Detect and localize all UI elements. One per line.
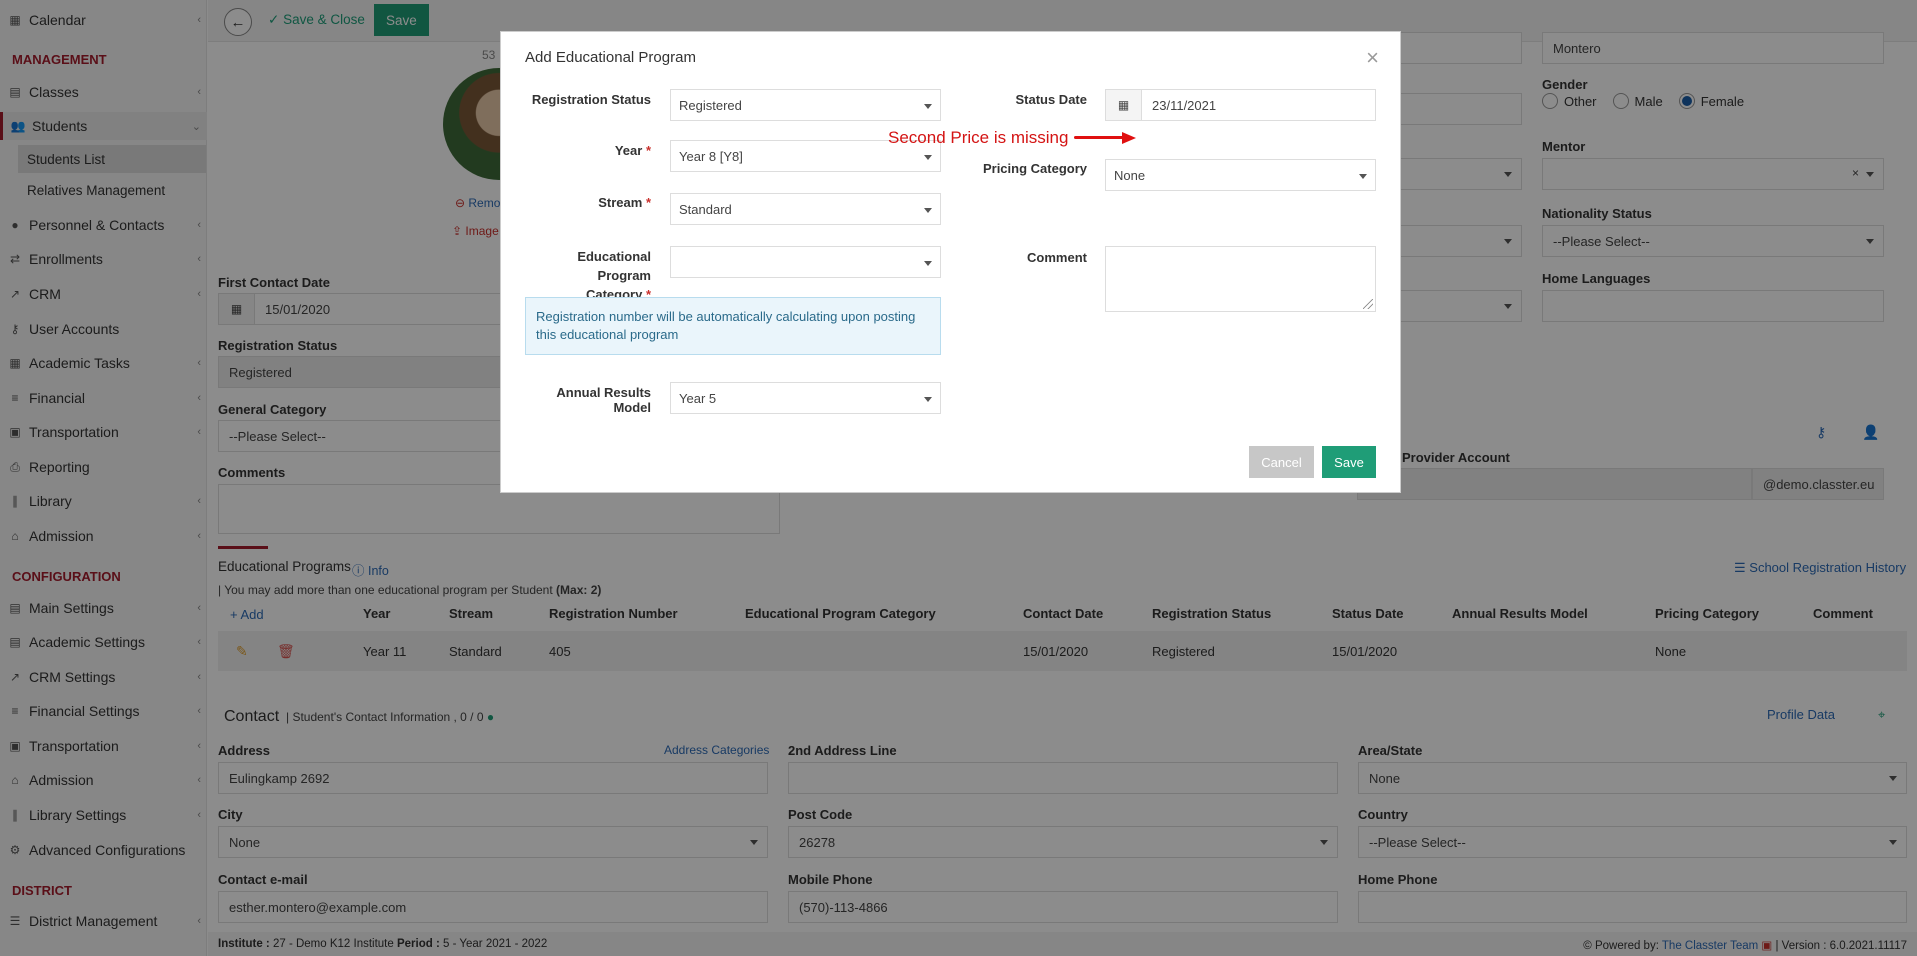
modal-epc-select[interactable] [670, 246, 941, 278]
modal-pricing-label: Pricing Category [982, 161, 1087, 176]
arrow-right-icon [1074, 132, 1137, 144]
chevron-down-icon [924, 208, 932, 213]
chevron-down-icon [924, 155, 932, 160]
modal-reg-status-select[interactable]: Registered [670, 89, 941, 121]
modal-stream-select[interactable]: Standard [670, 193, 941, 225]
modal-arm-select[interactable]: Year 5 [670, 382, 941, 414]
modal-stream-label: Stream * [598, 195, 651, 210]
required-mark: * [645, 195, 651, 210]
modal-comment-textarea[interactable] [1105, 246, 1376, 312]
annotation-text: Second Price is missing [888, 128, 1069, 147]
close-icon[interactable]: × [1366, 47, 1379, 69]
dialog-title: Add Educational Program [525, 49, 696, 66]
modal-comment-label: Comment [1027, 250, 1087, 265]
modal-status-date-label: Status Date [1015, 92, 1087, 107]
modal-save-button[interactable]: Save [1322, 446, 1376, 478]
resize-handle-icon[interactable] [1363, 299, 1373, 309]
chevron-down-icon [924, 397, 932, 402]
modal-pricing-select[interactable]: None [1105, 159, 1376, 191]
annotation: Second Price is missing [888, 128, 1137, 148]
cancel-button[interactable]: Cancel [1249, 446, 1314, 478]
calendar-icon[interactable]: ▦ [1106, 90, 1142, 120]
modal-year-label: Year * [614, 143, 651, 158]
modal-status-date-field[interactable]: ▦ 23/11/2021 [1105, 89, 1376, 121]
modal-reg-status-label: Registration Status [531, 92, 651, 107]
registration-info-alert: Registration number will be automaticall… [525, 297, 941, 355]
modal-arm-label: Annual Results Model [556, 385, 651, 415]
add-program-dialog: Add Educational Program × Registration S… [500, 31, 1401, 493]
modal-epc-label: Educational Program Category * [577, 249, 651, 302]
required-mark: * [645, 143, 651, 158]
chevron-down-icon [924, 261, 932, 266]
chevron-down-icon [1359, 174, 1367, 179]
chevron-down-icon [924, 104, 932, 109]
